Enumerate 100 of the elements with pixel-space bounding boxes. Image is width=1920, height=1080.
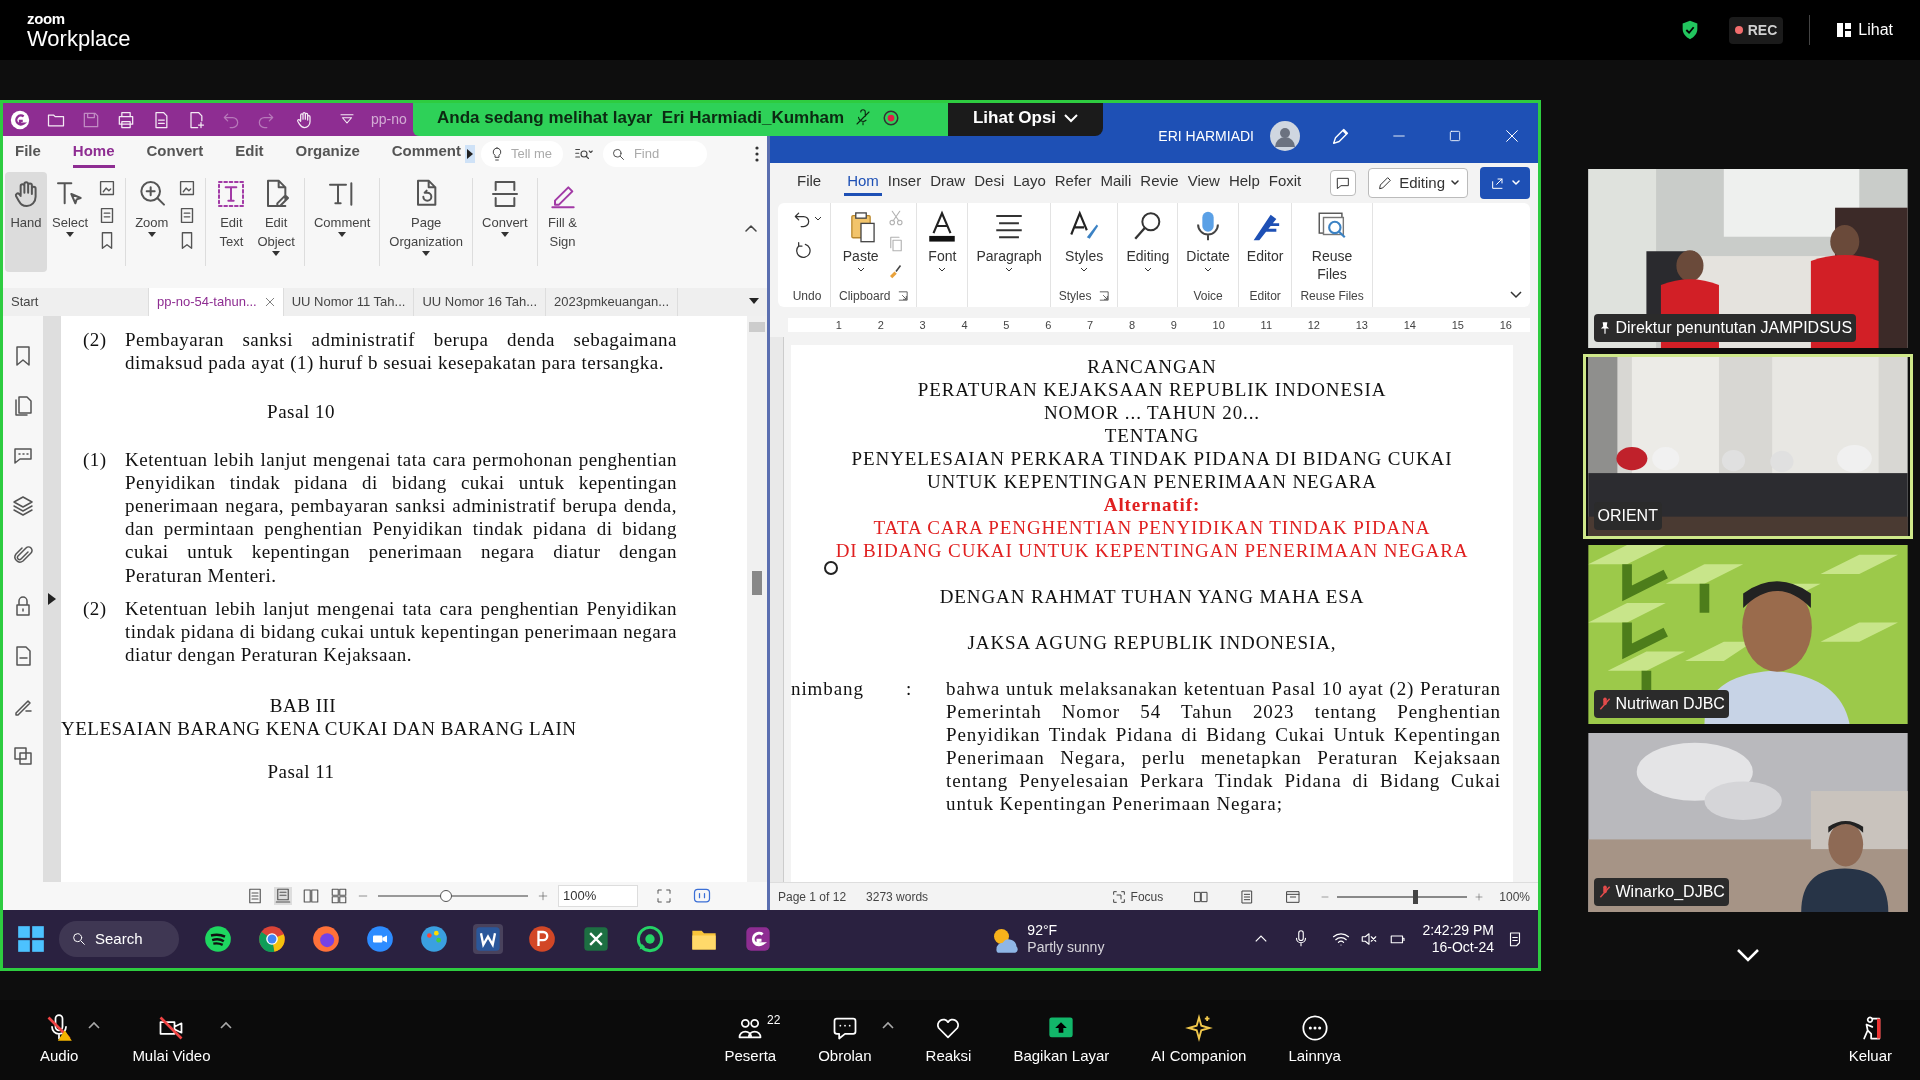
view-button[interactable]: Lihat xyxy=(1836,18,1893,42)
ribbon-button[interactable]: Reuse Files xyxy=(1311,209,1353,283)
ribbon-button[interactable]: Edit Text xyxy=(210,172,253,272)
ribbon-button[interactable]: Edit Object xyxy=(252,172,300,272)
view-options-button[interactable]: Lihat Opsi xyxy=(948,103,1103,136)
ribbon-button[interactable]: Editing xyxy=(1126,209,1170,273)
caret-up-icon[interactable] xyxy=(88,1021,101,1029)
tab-list-icon[interactable] xyxy=(749,298,759,306)
ribbon-button[interactable]: Paste xyxy=(842,209,879,273)
toolbar-button[interactable]: 22 Peserta xyxy=(714,1008,787,1072)
slides-app-icon[interactable] xyxy=(528,925,556,953)
menu-tab[interactable]: Desi xyxy=(971,170,1008,196)
menu-tab[interactable]: Organize xyxy=(295,140,360,168)
ribbon-button[interactable]: Zoom xyxy=(130,172,174,272)
more-options-icon[interactable] xyxy=(755,145,759,163)
share-button[interactable] xyxy=(1480,167,1530,199)
dialog-launcher-icon[interactable] xyxy=(898,291,909,301)
ribbon-button[interactable]: Font xyxy=(925,209,960,273)
menu-tab[interactable]: Maili xyxy=(1097,170,1135,196)
menu-tab[interactable]: Foxit xyxy=(1265,170,1305,196)
video-tile[interactable]: Nutriwan DJBC xyxy=(1582,542,1913,727)
ribbon-button[interactable]: Paragraph xyxy=(976,209,1042,273)
fox-browser-icon[interactable] xyxy=(312,925,340,953)
word-app-icon[interactable] xyxy=(474,925,502,953)
caret-up-icon[interactable] xyxy=(881,1021,894,1029)
pdf-app-icon[interactable] xyxy=(744,925,772,953)
menu-tab[interactable]: File xyxy=(794,170,825,196)
slider-thumb[interactable] xyxy=(439,890,452,902)
web-layout-icon[interactable] xyxy=(1285,888,1302,905)
menu-tab[interactable]: Hom xyxy=(844,170,882,196)
focus-button[interactable]: Focus xyxy=(1110,887,1164,906)
toolbar-button[interactable]: Bagikan Layar xyxy=(1003,1008,1120,1072)
collapse-ribbon-icon[interactable] xyxy=(745,224,757,232)
group-label: Voice xyxy=(1193,288,1223,305)
print-icon[interactable] xyxy=(116,109,136,130)
chevron-down-icon[interactable] xyxy=(1735,948,1760,962)
expand-panel-icon[interactable] xyxy=(48,593,56,605)
menu-tab[interactable]: Convert xyxy=(146,140,204,168)
facing-pages-icon[interactable] xyxy=(302,887,320,905)
toolbar-button[interactable]: AI Companion xyxy=(1141,1008,1257,1072)
zoom-slider[interactable] xyxy=(378,889,528,903)
ribbon-button[interactable]: Convert xyxy=(477,172,533,272)
toolbar-button[interactable]: Keluar xyxy=(1838,1008,1902,1072)
menu-tab[interactable]: View xyxy=(1184,170,1223,196)
menu-tab[interactable]: Edit xyxy=(235,140,264,168)
menu-tab[interactable]: Draw xyxy=(927,170,969,196)
single-page-icon[interactable] xyxy=(246,887,264,905)
windows-start-icon[interactable] xyxy=(17,925,45,953)
dialog-launcher-icon[interactable] xyxy=(1099,291,1110,301)
ribbon-button[interactable]: Page Organization xyxy=(384,172,469,272)
ribbon-button[interactable]: Fill & Sign xyxy=(541,172,584,272)
ribbon-button[interactable]: Styles xyxy=(1065,209,1104,273)
document-tab[interactable]: pp-no-54-tahun... xyxy=(149,288,284,316)
zoom-field[interactable]: 100% xyxy=(558,885,638,907)
toolbar-button[interactable]: Obrolan xyxy=(808,1008,882,1072)
menu-tab[interactable]: File xyxy=(15,140,41,168)
menu-tab[interactable]: Refer xyxy=(1051,170,1095,196)
menu-tab[interactable]: Comment xyxy=(391,140,461,168)
toolbar-button[interactable]: Reaksi xyxy=(915,1008,982,1072)
menu-tab[interactable]: Revie xyxy=(1137,170,1182,196)
ribbon-button[interactable]: Comment xyxy=(308,172,376,272)
scrollbar-thumb[interactable] xyxy=(752,571,762,595)
paint-app-icon[interactable] xyxy=(420,925,448,953)
avatar-icon[interactable] xyxy=(1270,121,1300,151)
caret-up-icon[interactable] xyxy=(220,1021,233,1029)
music-app-icon[interactable] xyxy=(204,925,232,953)
ribbon-button[interactable]: Hand xyxy=(5,172,47,272)
continuous-facing-icon[interactable] xyxy=(330,887,348,905)
close-icon[interactable] xyxy=(264,297,275,307)
compare-icon[interactable] xyxy=(11,744,35,768)
caret-icon[interactable] xyxy=(814,216,822,222)
video-tile[interactable]: Winarko_DJBC xyxy=(1582,730,1913,915)
continuous-page-icon[interactable] xyxy=(274,887,292,905)
close-icon[interactable] xyxy=(1504,128,1520,144)
zoom-slider[interactable] xyxy=(1337,889,1468,904)
editing-mode-button[interactable]: Editing xyxy=(1368,168,1468,198)
comment-icon[interactable] xyxy=(1330,170,1357,196)
browser-icon[interactable] xyxy=(258,925,286,953)
collapse-ribbon-icon[interactable] xyxy=(1510,291,1522,299)
video-tile[interactable]: ORIENT xyxy=(1582,354,1913,539)
search-field[interactable]: Search xyxy=(59,921,179,957)
video-app-icon[interactable] xyxy=(366,925,394,953)
toolbar-button[interactable]: Mulai Video xyxy=(122,1008,221,1072)
video-tile[interactable]: Direktur penuntutan JAMPIDSUS xyxy=(1582,166,1913,351)
layers-icon[interactable] xyxy=(11,494,35,518)
menu-tab[interactable]: Layo xyxy=(1010,170,1049,196)
ribbon-button[interactable]: Dictate xyxy=(1186,209,1230,273)
menu-tab[interactable]: Inser xyxy=(884,170,925,196)
messaging-app-icon[interactable] xyxy=(636,925,664,953)
menu-tab[interactable]: Help xyxy=(1225,170,1263,196)
speaker-muted-icon[interactable] xyxy=(1360,930,1379,948)
menu-tab[interactable]: Home xyxy=(72,140,115,168)
ribbon-button[interactable]: Select xyxy=(47,172,94,272)
slider-thumb[interactable] xyxy=(1413,889,1419,904)
maximize-icon[interactable] xyxy=(1448,129,1462,143)
spreadsheet-app-icon[interactable] xyxy=(582,925,610,953)
ribbon-button[interactable]: Editor xyxy=(1246,209,1284,265)
toolbar-button[interactable]: Audio xyxy=(30,1008,89,1072)
toolbar-button[interactable]: Lainnya xyxy=(1278,1008,1351,1072)
more-tabs-icon[interactable] xyxy=(464,145,475,163)
